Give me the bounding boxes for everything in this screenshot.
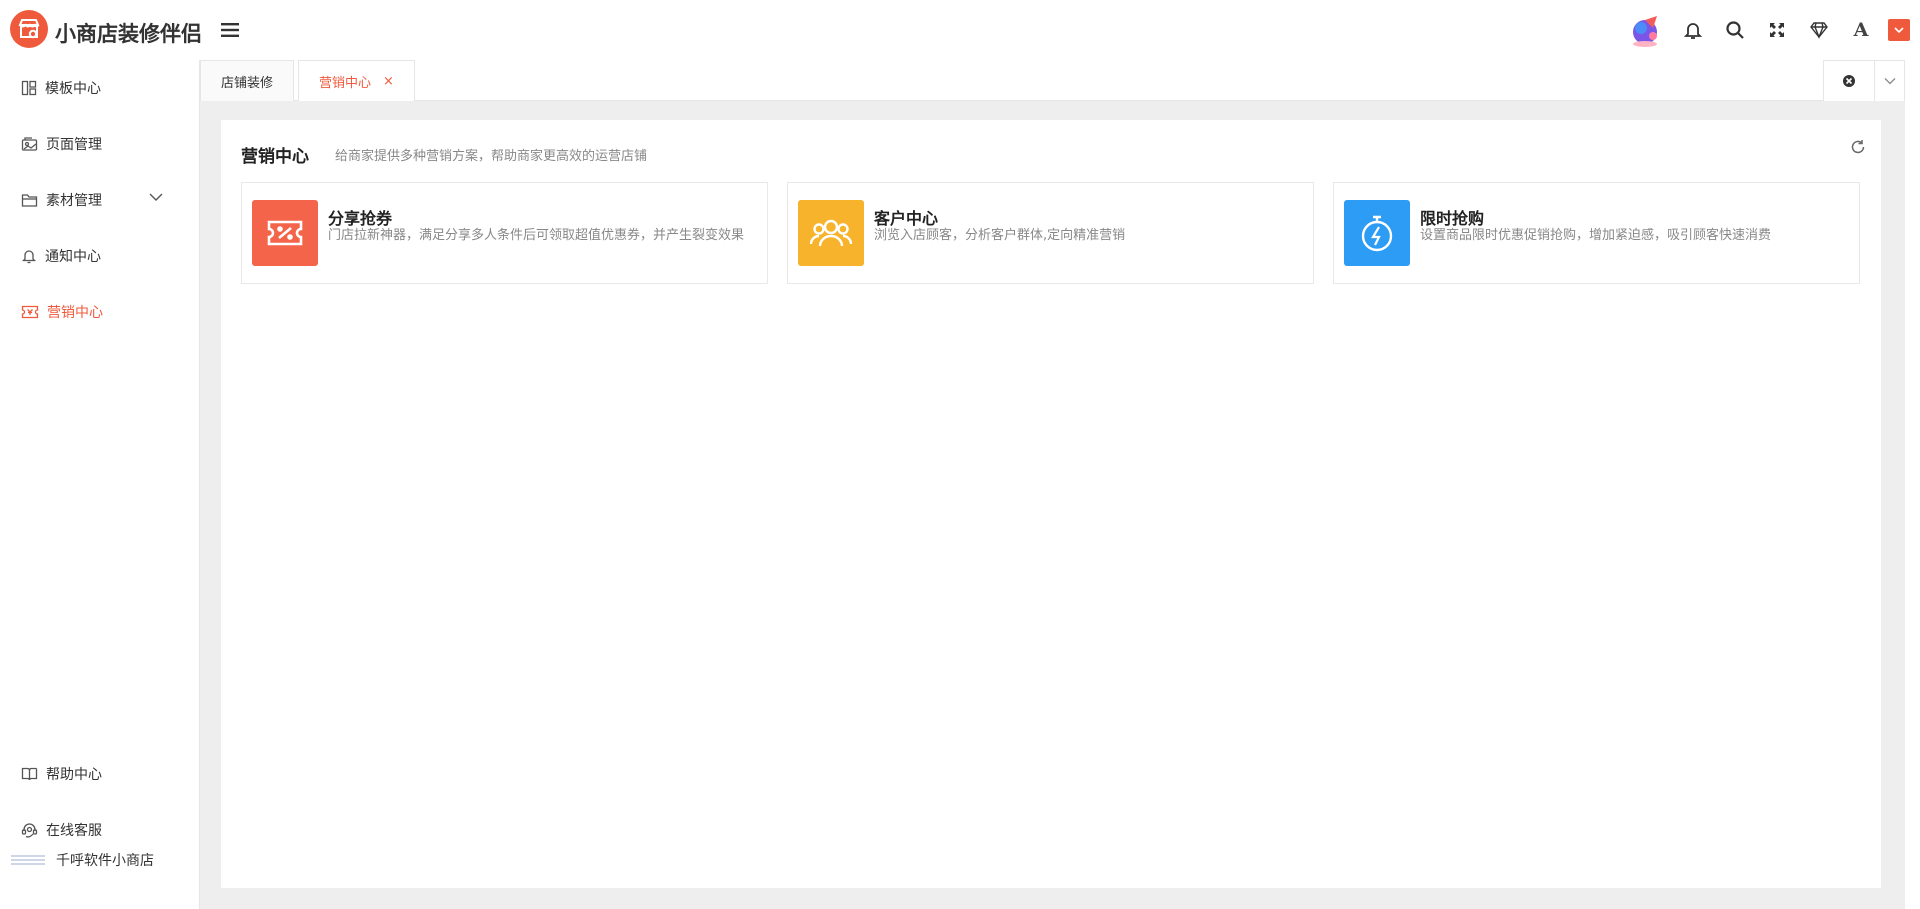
sidebar-item-marketing[interactable]: 营销中心 [0,284,199,340]
menu-icon[interactable] [220,20,240,40]
shop-avatar [10,842,46,878]
stopwatch-icon [1344,200,1410,266]
sidebar-item-label: 帮助中心 [46,767,102,783]
sidebar-item-label: 素材管理 [46,193,102,209]
page-subtitle: 给商家提供多种营销方案，帮助商家更高效的运营店铺 [335,149,648,164]
page-icon [21,137,38,151]
theme-swatch-icon[interactable] [1888,19,1910,41]
logo-icon[interactable] [10,10,48,48]
card-share-coupon[interactable]: 分享抢券 门店拉新神器，满足分享多人条件后可领取超值优惠券，并产生裂变效果 [241,182,768,284]
marketing-panel: 营销中心 给商家提供多种营销方案，帮助商家更高效的运营店铺 分享抢券 门店拉新神… [221,120,1881,888]
close-all-tabs-button[interactable] [1824,61,1874,101]
tab-options-dropdown[interactable] [1874,61,1904,101]
tab-store-decoration[interactable]: 店铺装修 [200,60,295,101]
sidebar-item-pages[interactable]: 页面管理 [0,116,199,172]
card-description: 门店拉新神器，满足分享多人条件后可领取超值优惠券，并产生裂变效果 [328,228,745,243]
tab-marketing[interactable]: 营销中心 × [298,60,415,102]
sidebar-item-label: 营销中心 [47,305,103,321]
card-description: 设置商品限时优惠促销抢购，增加紧迫感，吸引顾客快速消费 [1420,228,1772,243]
users-icon [798,200,864,266]
sidebar-item-label: 通知中心 [45,249,101,265]
card-description: 浏览入店顾客，分析客户群体,定向精准营销 [874,228,1126,243]
bell-icon[interactable] [1672,9,1714,51]
search-icon[interactable] [1714,9,1756,51]
book-icon [21,767,38,781]
app-title: 小商店装修伴侣 [55,22,202,46]
layout-icon [21,80,37,96]
shop-account[interactable]: 千呼软件小商店 [0,830,199,890]
diamond-icon[interactable] [1798,9,1840,51]
refresh-icon[interactable] [1849,138,1867,156]
chevron-down-icon[interactable] [149,192,163,202]
sidebar-item-help[interactable]: 帮助中心 [0,746,199,802]
sidebar: 模板中心 页面管理 素材管理 通知中心 营销中心 帮助中心 在线客服 千呼软件小… [0,60,200,909]
sidebar-item-notifications[interactable]: 通知中心 [0,228,199,284]
chevron-down-icon [1884,78,1895,85]
coupon-icon [21,305,39,319]
tab-label: 店铺装修 [221,75,274,91]
fullscreen-icon[interactable] [1756,9,1798,51]
tab-bar: 店铺装修 营销中心 × [200,60,1905,102]
sidebar-item-label: 模板中心 [45,81,101,97]
sidebar-item-materials[interactable]: 素材管理 [0,172,199,228]
close-icon[interactable]: × [383,74,394,89]
bell-icon [21,250,37,264]
header-toolbar: A [1622,8,1920,52]
close-circle-icon [1843,75,1855,87]
ticket-icon [252,200,318,266]
folder-icon [21,194,38,207]
font-size-icon[interactable]: A [1840,9,1882,51]
top-header: 小商店装修伴侣 A [0,0,1920,60]
promo-badge-icon[interactable] [1622,7,1668,53]
card-flash-sale[interactable]: 限时抢购 设置商品限时优惠促销抢购，增加紧迫感，吸引顾客快速消费 [1333,182,1860,284]
shop-name: 千呼软件小商店 [56,853,154,869]
page-title: 营销中心 [241,147,309,167]
sidebar-item-label: 页面管理 [46,137,102,153]
tab-tools [1823,60,1905,101]
tab-label: 营销中心 [319,76,372,91]
card-customer-center[interactable]: 客户中心 浏览入店顾客，分析客户群体,定向精准营销 [787,182,1314,284]
sidebar-item-templates[interactable]: 模板中心 [0,60,199,116]
